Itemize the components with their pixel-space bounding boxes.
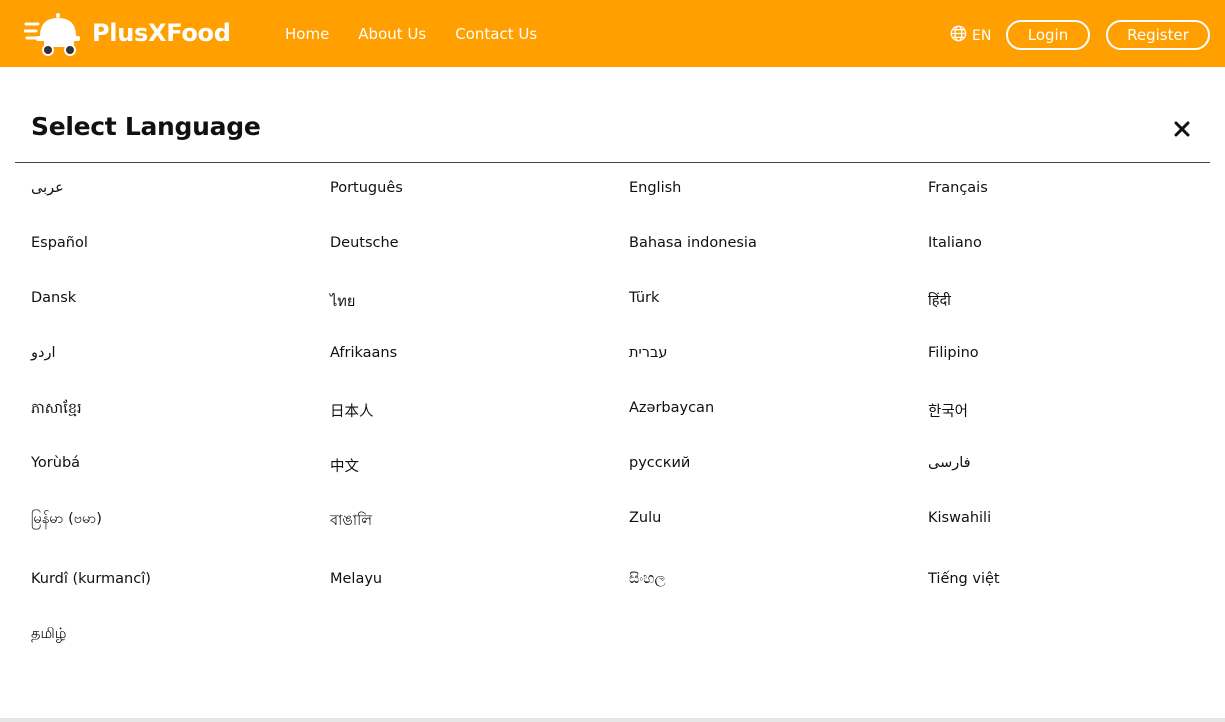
- modal-title: Select Language: [31, 112, 261, 141]
- language-option[interactable]: Türk: [629, 290, 928, 345]
- language-option[interactable]: বাঙালি: [330, 510, 629, 571]
- language-switcher[interactable]: EN: [950, 25, 991, 46]
- brand-name-part1: PlusX: [92, 19, 167, 47]
- language-option[interactable]: Dansk: [31, 290, 330, 345]
- language-option[interactable]: မြန်မာ (ဗမာ): [31, 510, 330, 571]
- language-option[interactable]: עברית: [629, 345, 928, 400]
- language-option[interactable]: English: [629, 180, 928, 235]
- language-option[interactable]: 한국어: [928, 400, 1211, 455]
- nav-about-link[interactable]: About Us: [358, 24, 426, 44]
- main-nav: Home About Us Contact Us: [285, 24, 566, 44]
- language-code: EN: [972, 27, 992, 44]
- language-option[interactable]: ไทย: [330, 290, 629, 345]
- language-option[interactable]: Filipino: [928, 345, 1211, 400]
- page-bottom-edge: [0, 718, 1225, 722]
- language-option[interactable]: සිංහල: [629, 571, 928, 626]
- language-option[interactable]: Español: [31, 235, 330, 290]
- language-option[interactable]: Italiano: [928, 235, 1211, 290]
- language-option[interactable]: русский: [629, 455, 928, 510]
- language-option[interactable]: Zulu: [629, 510, 928, 571]
- language-option[interactable]: Azərbaycan: [629, 400, 928, 455]
- language-option[interactable]: Deutsche: [330, 235, 629, 290]
- language-option[interactable]: Bahasa indonesia: [629, 235, 928, 290]
- modal-divider: [15, 162, 1210, 163]
- language-option[interactable]: Tiếng việt: [928, 571, 1211, 626]
- nav-contact-link[interactable]: Contact Us: [455, 24, 537, 44]
- close-icon[interactable]: [1170, 117, 1194, 141]
- language-list: عربى Português English Français Español …: [31, 180, 1211, 681]
- language-option[interactable]: हिंदी: [928, 290, 1211, 345]
- language-option[interactable]: தமிழ்: [31, 626, 330, 681]
- language-option[interactable]: 日本人: [330, 400, 629, 455]
- language-option[interactable]: Afrikaans: [330, 345, 629, 400]
- nav-home-link[interactable]: Home: [285, 24, 329, 44]
- language-option[interactable]: Français: [928, 180, 1211, 235]
- language-option[interactable]: Melayu: [330, 571, 629, 626]
- globe-icon: [950, 25, 972, 46]
- language-option[interactable]: Kiswahili: [928, 510, 1211, 571]
- brand-name: PlusXFood: [92, 19, 231, 47]
- food-delivery-cart-icon: [24, 10, 82, 56]
- language-option[interactable]: Português: [330, 180, 629, 235]
- top-navigation-bar: PlusXFood Home About Us Contact Us EN Lo…: [0, 0, 1225, 67]
- brand-name-part2: Food: [166, 19, 231, 47]
- language-option[interactable]: 中文: [330, 455, 629, 510]
- register-button[interactable]: Register: [1106, 20, 1210, 50]
- language-option[interactable]: عربى: [31, 180, 330, 235]
- brand-logo[interactable]: PlusXFood: [24, 10, 231, 56]
- language-option[interactable]: اردو: [31, 345, 330, 400]
- language-option[interactable]: ភាសាខ្មែរ: [31, 400, 330, 455]
- language-option[interactable]: فارسی: [928, 455, 1211, 510]
- language-option[interactable]: Kurdî (kurmancî): [31, 571, 330, 626]
- language-option[interactable]: Yorùbá: [31, 455, 330, 510]
- login-button[interactable]: Login: [1006, 20, 1090, 50]
